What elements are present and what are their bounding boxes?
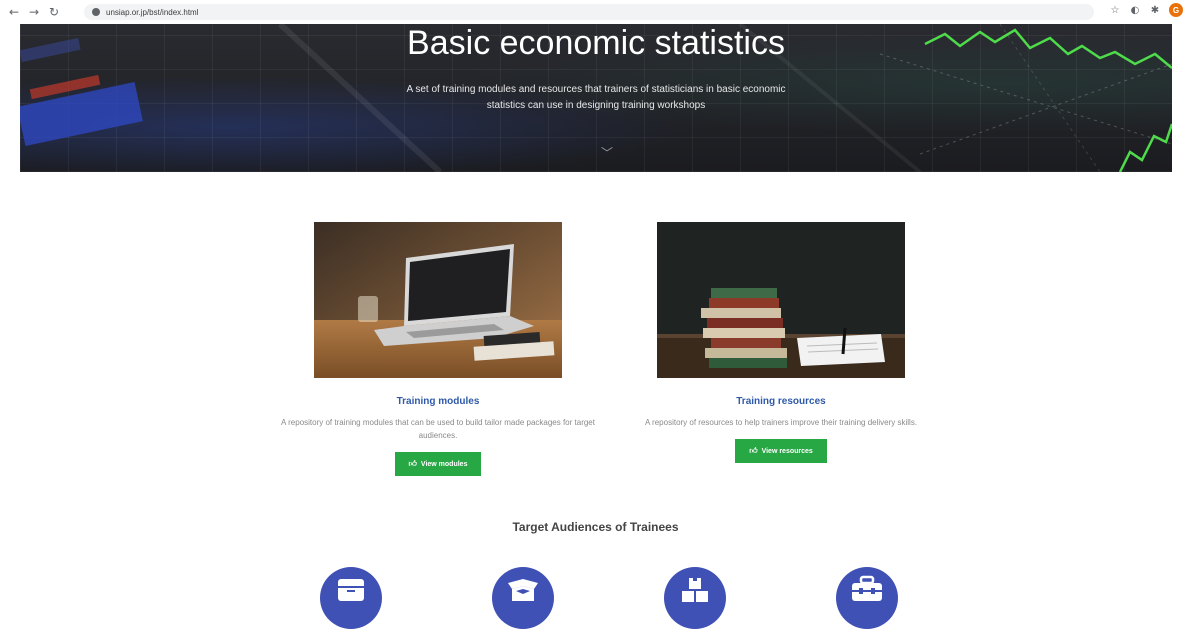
- site-info-icon[interactable]: [92, 8, 100, 16]
- training-modules-card: Training modules A repository of trainin…: [268, 222, 608, 476]
- view-resources-button[interactable]: 👍︎ View resources: [735, 439, 827, 463]
- address-bar[interactable]: unsiap.or.jp/bst/index.html: [84, 4, 1094, 20]
- puzzle-icon[interactable]: ✱: [1149, 5, 1161, 16]
- view-modules-button[interactable]: 👍︎ View modules: [394, 452, 482, 476]
- training-resources-title[interactable]: Training resources: [611, 396, 951, 408]
- laptop-image: [314, 222, 562, 378]
- thumbs-up-icon: 👍︎: [408, 459, 417, 468]
- training-resources-card: Training resources A repository of resou…: [611, 222, 951, 463]
- books-image: [657, 222, 905, 378]
- extension-icon[interactable]: ◐: [1129, 5, 1141, 16]
- bookmark-star-icon[interactable]: ☆: [1109, 5, 1121, 16]
- books-illustration: [657, 222, 905, 378]
- laptop-illustration: [314, 222, 562, 378]
- address-url: unsiap.or.jp/bst/index.html: [106, 7, 199, 17]
- profile-avatar[interactable]: G: [1169, 3, 1183, 17]
- forward-button[interactable]: →: [26, 4, 42, 20]
- back-button[interactable]: ←: [6, 4, 22, 20]
- scroll-down-chevron-icon[interactable]: ﹀: [601, 144, 613, 161]
- page-title: Basic economic statistics: [407, 24, 785, 62]
- view-resources-label: View resources: [761, 447, 813, 455]
- training-modules-title[interactable]: Training modules: [268, 396, 608, 408]
- view-modules-label: View modules: [420, 460, 468, 468]
- thumbs-up-icon: 👍︎: [749, 446, 758, 455]
- target-audiences-heading: Target Audiences of Trainees: [512, 520, 679, 534]
- hero-subtitle: A set of training modules and resources …: [406, 84, 786, 111]
- browser-toolbar: ← → ↻ unsiap.or.jp/bst/index.html ☆ ◐ ✱ …: [0, 0, 1191, 24]
- training-modules-description: A repository of training modules that ca…: [281, 418, 595, 440]
- reload-button[interactable]: ↻: [46, 4, 62, 20]
- training-resources-description: A repository of resources to help traine…: [644, 418, 918, 427]
- hero-banner: Basic economic statistics A set of train…: [20, 24, 1172, 172]
